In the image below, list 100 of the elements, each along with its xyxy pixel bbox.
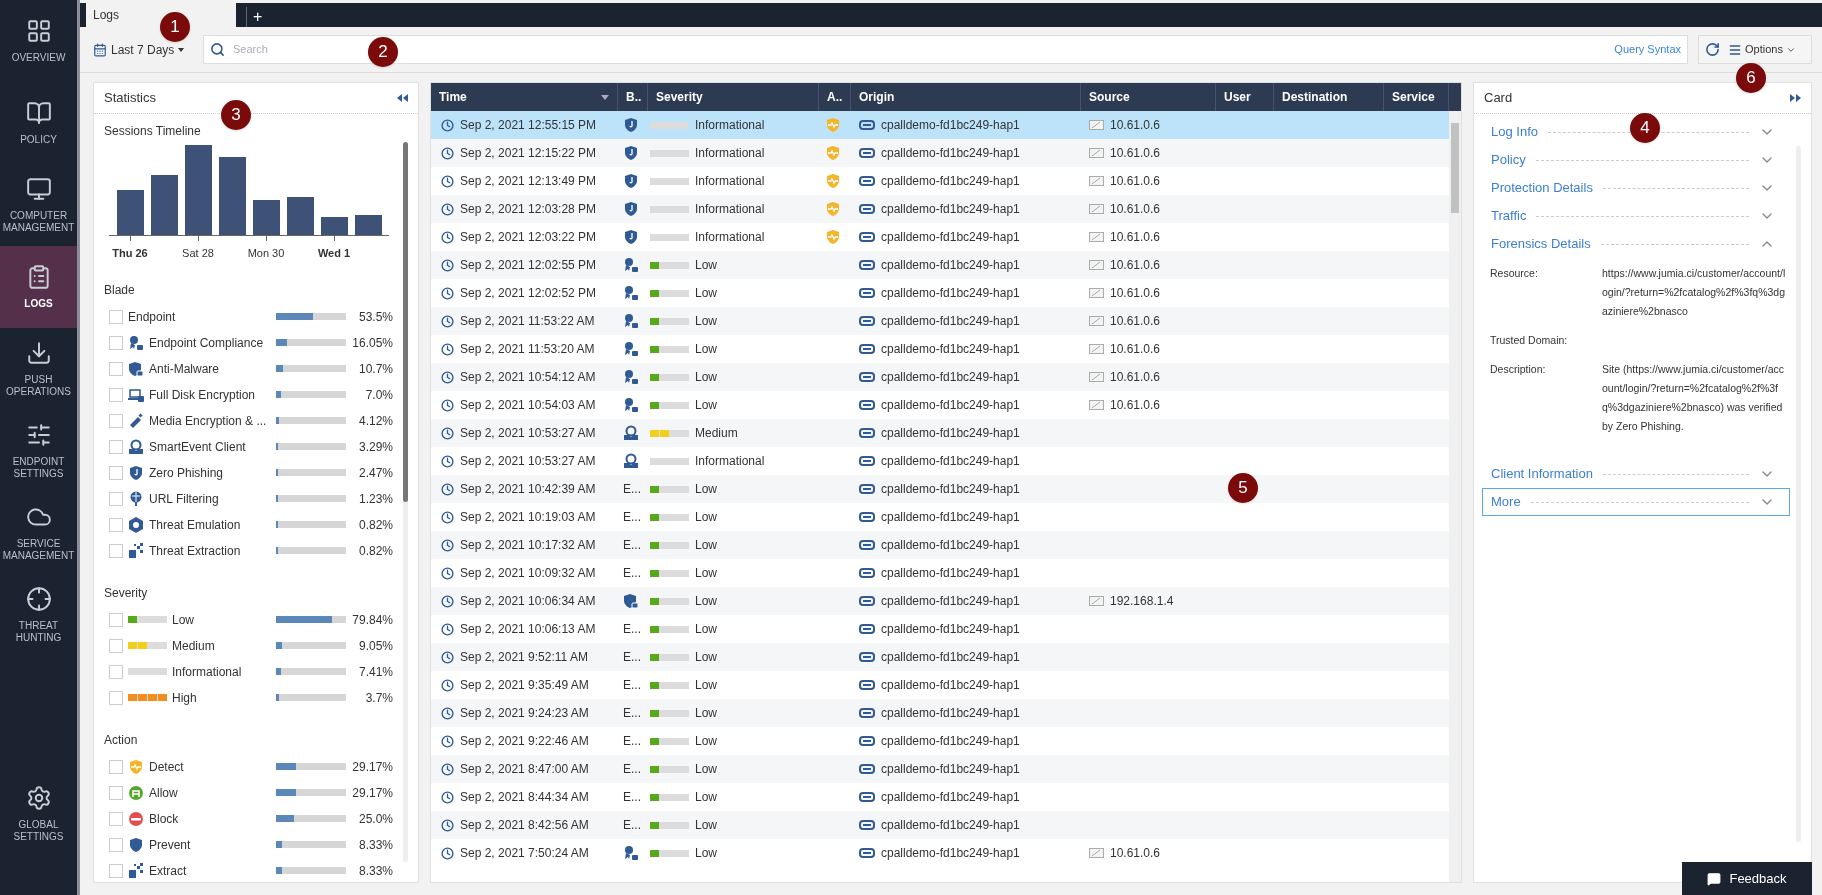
blade-cell-text: E... — [623, 733, 641, 750]
time-cell-text: Sep 2, 2021 7:50:24 AM — [460, 845, 589, 862]
section-title: Blade — [104, 281, 136, 299]
stat-label: Informational — [172, 663, 242, 681]
origin-cell-text: cpalldemo-fd1bc249-hap1 — [881, 593, 1020, 610]
stat-label: Detect — [149, 758, 184, 776]
time-cell-text: Sep 2, 2021 12:15:22 PM — [460, 145, 597, 162]
stat-value: 9.05% — [358, 637, 393, 655]
time-cell-text: Sep 2, 2021 9:35:49 AM — [460, 677, 589, 694]
axis-label: Wed 1 — [316, 246, 352, 261]
source-cell-text: 10.61.0.6 — [1110, 257, 1161, 274]
origin-cell-text: cpalldemo-fd1bc249-hap1 — [881, 173, 1020, 190]
stat-label: Medium — [172, 637, 215, 655]
origin-cell-text: cpalldemo-fd1bc249-hap1 — [881, 649, 1020, 666]
time-cell-text: Sep 2, 2021 10:54:12 AM — [460, 369, 596, 386]
blade-cell-text: E... — [623, 761, 641, 778]
time-cell-text: Sep 2, 2021 11:53:22 AM — [460, 313, 595, 330]
origin-cell-text: cpalldemo-fd1bc249-hap1 — [881, 845, 1020, 862]
severity-cell-text: Low — [695, 705, 717, 722]
stat-value: 3.7% — [365, 689, 393, 707]
blade-cell-text: E... — [623, 565, 641, 582]
time-cell-text: Sep 2, 2021 10:53:27 AM — [460, 453, 596, 470]
stat-value: 0.82% — [358, 542, 393, 560]
stat-value: 7.0% — [365, 386, 393, 404]
origin-cell-text: cpalldemo-fd1bc249-hap1 — [881, 481, 1020, 498]
blade-cell-text: E... — [623, 705, 641, 722]
severity-cell-text: Informational — [695, 117, 765, 134]
time-cell-text: Sep 2, 2021 10:17:32 AM — [460, 537, 596, 554]
source-cell-text: 10.61.0.6 — [1110, 313, 1161, 330]
stat-value: 29.17% — [352, 758, 393, 776]
severity-cell-text: Informational — [695, 201, 765, 218]
stat-label: Low — [172, 611, 194, 629]
severity-cell-text: Low — [695, 537, 717, 554]
origin-cell-text: cpalldemo-fd1bc249-hap1 — [881, 509, 1020, 526]
field-value: Site (https://www.jumia.ci/customer/account/login/?return=%2fcatalog%2f%3fq%3dgaziniere%2bnasco) was verified by Zero Phishing. — [1602, 362, 1786, 434]
time-cell-text: Sep 2, 2021 10:19:03 AM — [460, 509, 596, 526]
origin-cell-text: cpalldemo-fd1bc249-hap1 — [881, 257, 1020, 274]
stat-label: SmartEvent Client — [149, 438, 246, 456]
time-cell-text: Sep 2, 2021 9:52:11 AM — [460, 649, 588, 666]
stat-value: 0.82% — [358, 516, 393, 534]
stat-value: 2.47% — [358, 464, 393, 482]
severity-cell-text: Low — [695, 481, 717, 498]
time-cell-text: Sep 2, 2021 9:24:23 AM — [460, 705, 589, 722]
origin-cell-text: cpalldemo-fd1bc249-hap1 — [881, 397, 1020, 414]
severity-cell-text: Low — [695, 789, 717, 806]
section-title: Severity — [104, 584, 149, 602]
stat-value: 53.5% — [358, 308, 393, 326]
severity-cell-text: Low — [695, 845, 717, 862]
stat-label: Block — [149, 810, 179, 828]
origin-cell-text: cpalldemo-fd1bc249-hap1 — [881, 117, 1020, 134]
source-cell-text: 192.168.1.4 — [1110, 593, 1174, 610]
stat-label: Extract — [149, 862, 187, 880]
stat-value: 8.33% — [358, 836, 393, 854]
field-label: Description: — [1490, 362, 1547, 377]
callout-tooltip: 1 — [160, 12, 190, 42]
source-cell-text: 10.61.0.6 — [1110, 173, 1161, 190]
field-value: https://www.jumia.ci/customer/account/login/?return=%2fcatalog%2f%3fq%3dgaziniere%2bnasco — [1602, 266, 1787, 319]
stat-label: Full Disk Encryption — [149, 386, 256, 404]
blade-cell-text: E... — [623, 677, 641, 694]
time-cell-text: Sep 2, 2021 8:47:00 AM — [460, 761, 589, 778]
severity-cell-text: Informational — [695, 229, 765, 246]
axis-label: Mon 30 — [246, 246, 286, 261]
time-cell-text: Sep 2, 2021 10:06:13 AM — [460, 621, 596, 638]
time-cell-text: Sep 2, 2021 10:54:03 AM — [460, 397, 596, 414]
blade-cell-text: E... — [623, 621, 641, 638]
severity-cell-text: Low — [695, 593, 717, 610]
origin-cell-text: cpalldemo-fd1bc249-hap1 — [881, 537, 1020, 554]
severity-cell-text: Low — [695, 509, 717, 526]
time-cell-text: Sep 2, 2021 10:09:32 AM — [460, 565, 596, 582]
section-title: Action — [104, 731, 139, 749]
severity-cell-text: Low — [695, 761, 717, 778]
origin-cell-text: cpalldemo-fd1bc249-hap1 — [881, 789, 1020, 806]
origin-cell-text: cpalldemo-fd1bc249-hap1 — [881, 705, 1020, 722]
source-cell-text: 10.61.0.6 — [1110, 285, 1161, 302]
stat-value: 4.12% — [358, 412, 393, 430]
severity-cell-text: Low — [695, 565, 717, 582]
severity-cell-text: Low — [695, 397, 717, 414]
time-cell-text: Sep 2, 2021 9:22:46 AM — [460, 733, 589, 750]
time-cell-text: Sep 2, 2021 12:55:15 PM — [460, 117, 597, 134]
stat-value: 7.41% — [358, 663, 393, 681]
severity-cell-text: Informational — [695, 145, 765, 162]
origin-cell-text: cpalldemo-fd1bc249-hap1 — [881, 565, 1020, 582]
origin-cell-text: cpalldemo-fd1bc249-hap1 — [881, 621, 1020, 638]
severity-cell-text: Low — [695, 649, 717, 666]
origin-cell-text: cpalldemo-fd1bc249-hap1 — [881, 341, 1020, 358]
panel-title: Card — [1484, 89, 1513, 108]
blade-cell-text: E... — [623, 789, 641, 806]
severity-cell-text: Low — [695, 313, 717, 330]
section-title: Sessions Timeline — [104, 123, 202, 140]
source-cell-text: 10.61.0.6 — [1110, 845, 1161, 862]
blade-cell-text: E... — [623, 817, 641, 834]
axis-label: Sat 28 — [181, 246, 215, 261]
stat-label: Endpoint Compliance — [149, 334, 264, 352]
severity-cell-text: Low — [695, 677, 717, 694]
severity-cell-text: Low — [695, 285, 717, 302]
origin-cell-text: cpalldemo-fd1bc249-hap1 — [881, 817, 1020, 834]
blade-cell-text: E... — [623, 481, 641, 498]
time-cell-text: Sep 2, 2021 12:02:52 PM — [460, 285, 597, 302]
stat-value: 10.7% — [358, 360, 393, 378]
blade-cell-text: E... — [623, 537, 641, 554]
